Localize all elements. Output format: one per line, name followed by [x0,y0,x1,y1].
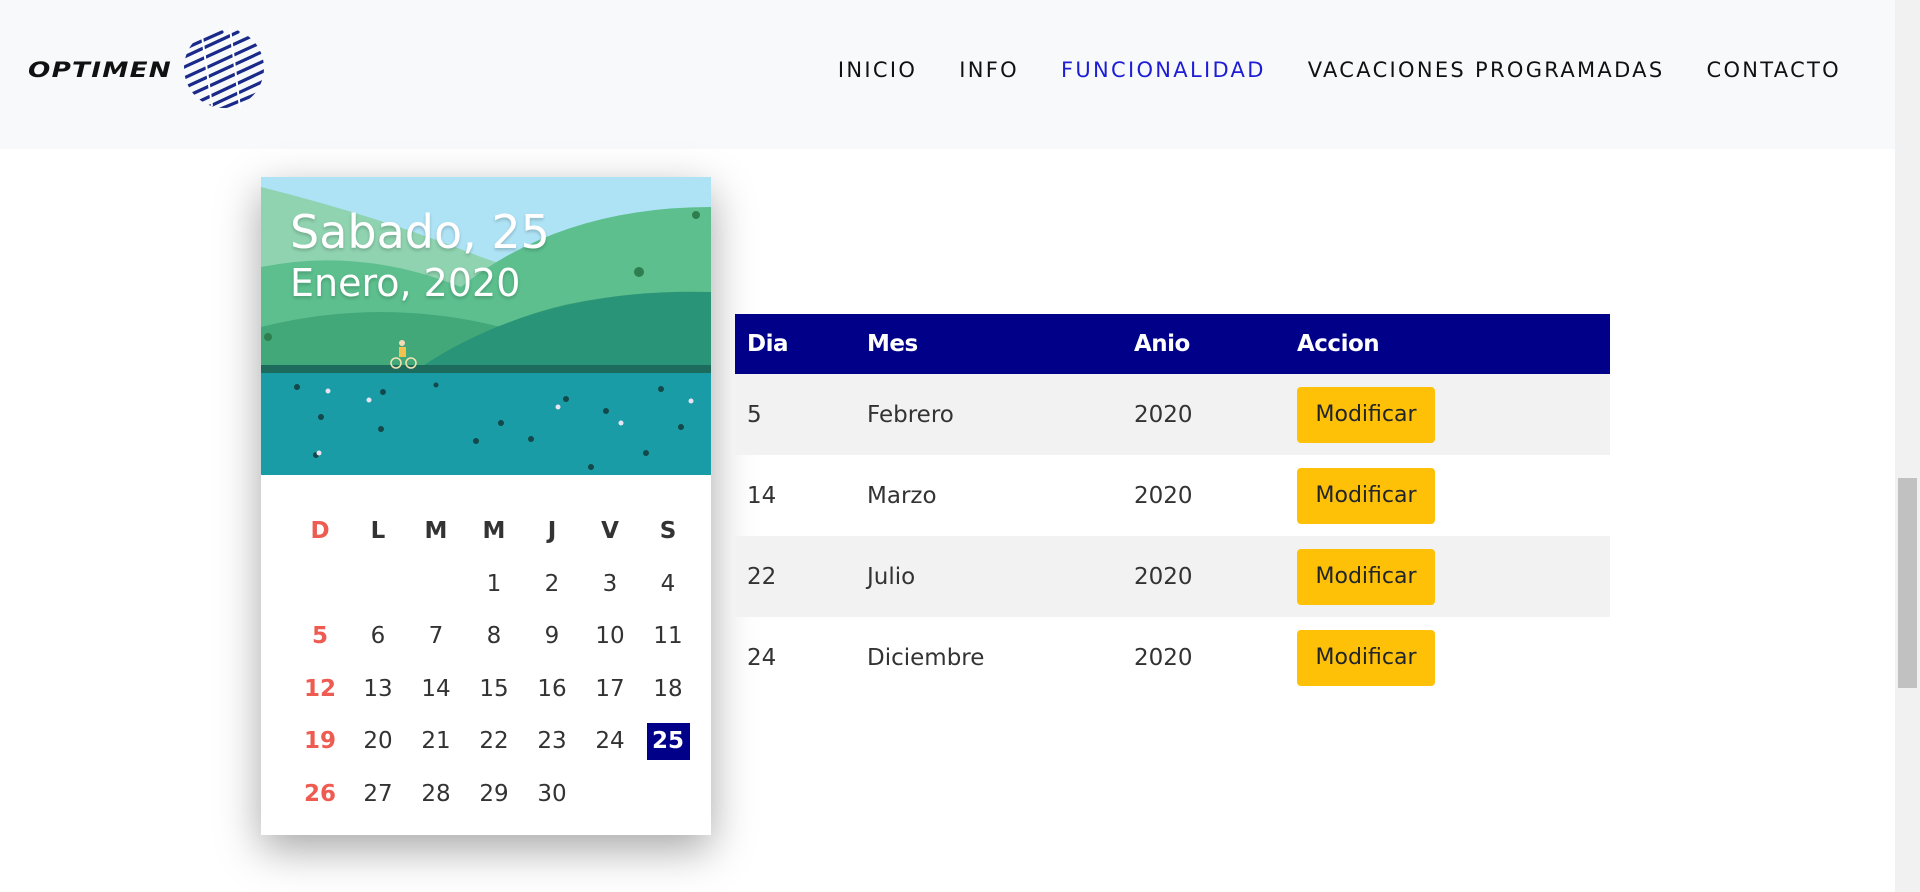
vacation-table: Dia Mes Anio Accion 5 Febrero 2020 Modif… [735,314,1610,698]
calendar-day-selected[interactable]: 25 [639,715,697,768]
cell-dia: 14 [747,482,777,509]
calendar-day[interactable]: 14 [407,663,465,716]
calendar-day[interactable]: 18 [639,663,697,716]
calendar-day[interactable]: 15 [465,663,523,716]
cell-mes: Marzo [867,482,937,509]
calendar-day[interactable]: 6 [349,610,407,663]
calendar-day[interactable]: 1 [465,558,523,611]
globe-lines-icon [184,27,264,109]
calendar-empty-cell [407,558,465,611]
page-scrollbar[interactable] [1895,0,1920,892]
nav-info[interactable]: INFO [959,58,1019,82]
calendar-day[interactable]: 13 [349,663,407,716]
calendar-day[interactable]: 27 [349,768,407,821]
weekday-header: V [601,518,619,545]
calendar-day[interactable]: 9 [523,610,581,663]
modificar-button[interactable]: Modificar [1297,629,1435,686]
calendar-day[interactable]: 8 [465,610,523,663]
calendar-day[interactable]: 2 [523,558,581,611]
calendar-day[interactable]: 22 [465,715,523,768]
calendar-day[interactable]: 10 [581,610,639,663]
nav-vacaciones-programadas[interactable]: VACACIONES PROGRAMADAS [1308,58,1665,82]
table-row: 22 Julio 2020 Modificar [735,536,1610,617]
weekday-header: J [547,518,557,545]
table-row: 5 Febrero 2020 Modificar [735,374,1610,455]
calendar-day[interactable]: 29 [465,768,523,821]
calendar-day[interactable]: 7 [407,610,465,663]
col-accion: Accion [1285,314,1610,374]
modificar-button[interactable]: Modificar [1297,467,1435,524]
weekday-header: M [424,518,448,545]
modificar-button[interactable]: Modificar [1297,386,1435,443]
calendar-empty-cell [349,558,407,611]
cell-anio: 2020 [1134,644,1193,671]
col-anio: Anio [1122,314,1285,374]
weekday-header: D [310,518,330,545]
calendar-day[interactable]: 17 [581,663,639,716]
weekday-header: S [659,518,677,545]
calendar-selected-month: Enero, 2020 [290,261,521,305]
calendar-day[interactable]: 20 [349,715,407,768]
main-nav: INICIO INFO FUNCIONALIDAD VACACIONES PRO… [838,58,1841,82]
calendar-day[interactable]: 12 [291,663,349,716]
calendar-grid: D L M M J V S 1 2 3 4 5 6 7 8 9 10 11 12 13 14 15 16 17 18 19 20 21… [291,505,690,821]
calendar-day[interactable]: 3 [581,558,639,611]
calendar-header-illustration: Sabado, 25 Enero, 2020 [261,177,711,475]
calendar-selected-day: Sabado, 25 [290,205,550,259]
calendar-day[interactable]: 19 [291,715,349,768]
cell-anio: 2020 [1122,536,1285,617]
calendar-day[interactable]: 11 [639,610,697,663]
calendar-day[interactable]: 5 [291,610,349,663]
brand-logo[interactable]: OPTIMEN [28,26,266,110]
table-header-row: Dia Mes Anio Accion [735,314,1610,374]
weekday-header: L [370,518,386,545]
calendar-day[interactable]: 16 [523,663,581,716]
calendar-day[interactable]: 23 [523,715,581,768]
cell-anio: 2020 [1134,482,1193,509]
calendar-day[interactable]: 4 [639,558,697,611]
calendar-day[interactable]: 28 [407,768,465,821]
weekday-header: M [482,518,506,545]
cell-mes: Diciembre [867,644,985,671]
calendar-day[interactable]: 26 [291,768,349,821]
table-row: 24 Diciembre 2020 Modificar [735,617,1610,698]
calendar-empty-cell [291,558,349,611]
cell-anio: 2020 [1122,374,1285,455]
col-dia: Dia [735,314,855,374]
modificar-button[interactable]: Modificar [1297,548,1435,605]
cell-dia: 24 [747,644,777,671]
calendar-day[interactable]: 30 [523,768,581,821]
nav-contacto[interactable]: CONTACTO [1706,58,1841,82]
cell-dia: 22 [735,536,855,617]
calendar-day[interactable]: 21 [407,715,465,768]
cell-mes: Febrero [855,374,1122,455]
calendar-widget: Sabado, 25 Enero, 2020 DLMMJVS1234567891… [261,177,711,835]
col-mes: Mes [855,314,1122,374]
logo-wordmark: OPTIMEN [28,58,173,82]
table-row: 14 Marzo 2020 Modificar [735,455,1610,536]
nav-inicio[interactable]: INICIO [838,58,917,82]
calendar-day[interactable]: 24 [581,715,639,768]
cell-mes: Julio [855,536,1122,617]
scrollbar-thumb[interactable] [1898,478,1917,688]
navbar: OPTIMEN INICIO INFO FUNCIONALIDAD VACACI… [0,0,1895,149]
nav-funcionalidad[interactable]: FUNCIONALIDAD [1061,58,1266,82]
cell-dia: 5 [735,374,855,455]
